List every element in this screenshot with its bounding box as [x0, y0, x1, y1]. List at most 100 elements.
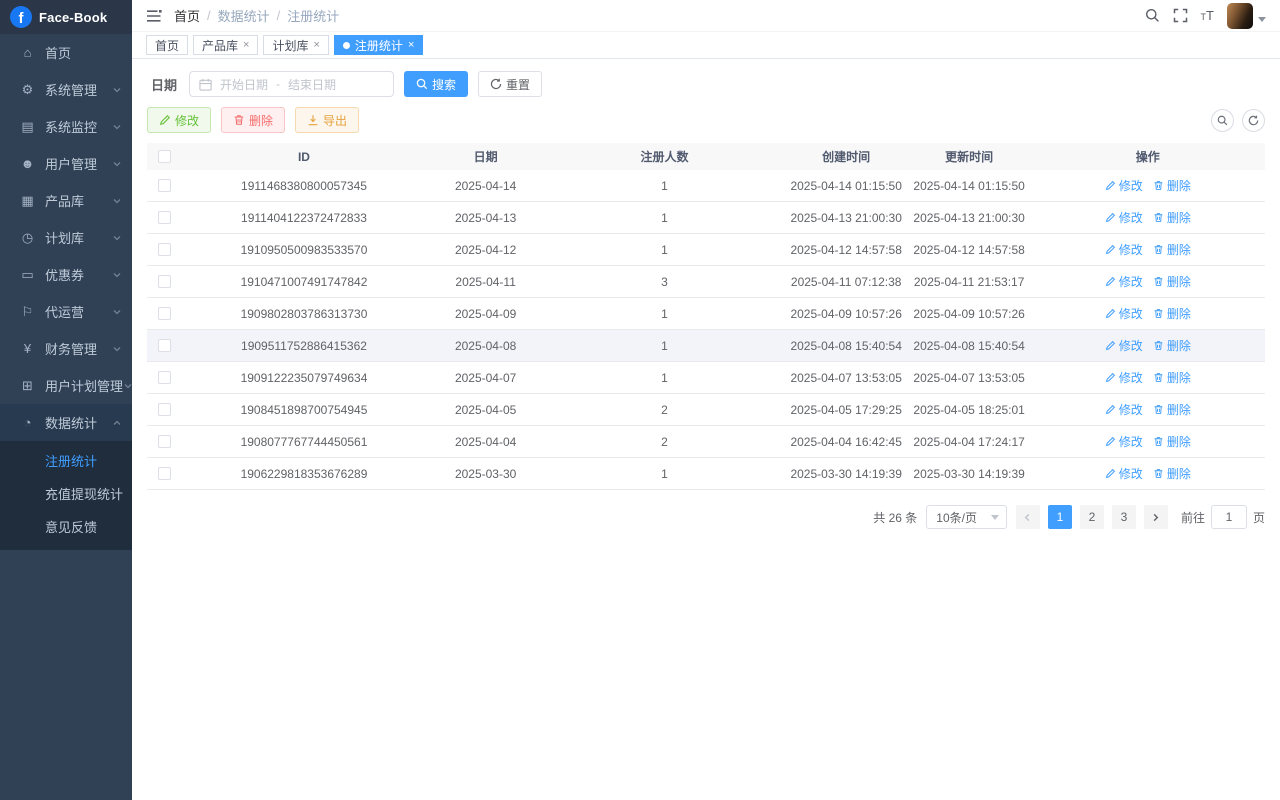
table-row: 1906229818353676289 2025-03-30 1 2025-03… [147, 458, 1265, 490]
cell-actions: 修改 删除 [1031, 465, 1265, 482]
search-button[interactable]: 搜索 [404, 71, 468, 97]
row-edit-link[interactable]: 修改 [1105, 337, 1143, 354]
row-delete-link[interactable]: 删除 [1153, 241, 1191, 258]
tag-product-lib[interactable]: 产品库 [193, 35, 258, 55]
fullscreen-icon[interactable] [1173, 8, 1188, 23]
row-checkbox[interactable] [158, 435, 171, 448]
sidebar-item-system-monitor[interactable]: 系统监控 [0, 108, 132, 145]
cell-updated-time: 2025-04-13 21:00:30 [908, 211, 1031, 225]
row-checkbox[interactable] [158, 371, 171, 384]
row-checkbox[interactable] [158, 211, 171, 224]
row-checkbox[interactable] [158, 307, 171, 320]
cell-updated-time: 2025-04-08 15:40:54 [908, 339, 1031, 353]
cell-created-time: 2025-04-14 01:15:50 [785, 179, 908, 193]
sidebar-subitem-recharge-withdraw-stats[interactable]: 充值提现统计 [0, 478, 132, 511]
navbar-actions [1145, 3, 1266, 29]
page-button-1[interactable]: 1 [1048, 505, 1072, 529]
row-edit-link[interactable]: 修改 [1105, 433, 1143, 450]
row-checkbox-cell [147, 179, 181, 192]
close-icon[interactable] [313, 40, 319, 51]
sidebar-item-finance[interactable]: 财务管理 [0, 330, 132, 367]
page-button-2[interactable]: 2 [1080, 505, 1104, 529]
row-delete-link[interactable]: 删除 [1153, 337, 1191, 354]
toggle-search-button[interactable] [1211, 109, 1234, 132]
row-edit-link[interactable]: 修改 [1105, 177, 1143, 194]
sidebar-item-data-stats[interactable]: 数据统计 [0, 404, 132, 441]
page-button-3[interactable]: 3 [1112, 505, 1136, 529]
page-size-select[interactable]: 10条/页 [926, 505, 1007, 529]
row-delete-link[interactable]: 删除 [1153, 305, 1191, 322]
tag-home[interactable]: 首页 [146, 35, 188, 55]
cell-created-time: 2025-04-11 07:12:38 [785, 275, 908, 289]
reset-button[interactable]: 重置 [478, 71, 542, 97]
register-stats-table: ID 日期 注册人数 创建时间 更新时间 操作 1911468380800057… [147, 143, 1265, 490]
sidebar-item-agent-ops[interactable]: 代运营 [0, 293, 132, 330]
logo-title: Face-Book [39, 10, 107, 25]
row-delete-link[interactable]: 删除 [1153, 401, 1191, 418]
avatar[interactable] [1227, 3, 1253, 29]
tag-register-stats[interactable]: 注册统计 [334, 35, 423, 55]
row-edit-link[interactable]: 修改 [1105, 241, 1143, 258]
trash-icon [1153, 404, 1164, 415]
jump-page-input[interactable] [1211, 505, 1247, 529]
sidebar-toggle-icon[interactable] [146, 9, 162, 23]
cell-created-time: 2025-04-12 14:57:58 [785, 243, 908, 257]
chevron-down-icon [112, 85, 122, 95]
row-checkbox-cell [147, 243, 181, 256]
sidebar-item-system-mgmt[interactable]: 系统管理 [0, 71, 132, 108]
edit-button[interactable]: 修改 [147, 107, 211, 133]
row-delete-link[interactable]: 删除 [1153, 273, 1191, 290]
close-icon[interactable] [243, 40, 249, 51]
row-checkbox[interactable] [158, 179, 171, 192]
row-edit-link[interactable]: 修改 [1105, 465, 1143, 482]
row-edit-link[interactable]: 修改 [1105, 401, 1143, 418]
row-edit-link[interactable]: 修改 [1105, 369, 1143, 386]
row-edit-link[interactable]: 修改 [1105, 305, 1143, 322]
row-checkbox[interactable] [158, 467, 171, 480]
edit-icon [1105, 180, 1116, 191]
sidebar-item-user-mgmt[interactable]: 用户管理 [0, 145, 132, 182]
row-checkbox[interactable] [158, 275, 171, 288]
cell-date: 2025-03-30 [427, 467, 544, 481]
sidebar-item-home[interactable]: 首页 [0, 34, 132, 71]
breadcrumb-separator: / [277, 8, 281, 23]
breadcrumb-home[interactable]: 首页 [174, 6, 200, 25]
user-menu[interactable] [1227, 3, 1266, 29]
export-button[interactable]: 导出 [295, 107, 359, 133]
row-checkbox[interactable] [158, 243, 171, 256]
sidebar-item-product-lib[interactable]: 产品库 [0, 182, 132, 219]
sidebar-item-user-plan-mgmt[interactable]: 用户计划管理 [0, 367, 132, 404]
next-page-button[interactable] [1144, 505, 1168, 529]
close-icon[interactable] [408, 40, 414, 51]
row-edit-link[interactable]: 修改 [1105, 209, 1143, 226]
font-size-icon[interactable] [1201, 8, 1214, 24]
date-range-picker[interactable]: 开始日期 - 结束日期 [189, 71, 394, 97]
row-delete-link[interactable]: 删除 [1153, 177, 1191, 194]
prev-page-button[interactable] [1016, 505, 1040, 529]
search-icon[interactable] [1145, 8, 1160, 23]
trash-icon [233, 114, 245, 126]
row-checkbox[interactable] [158, 339, 171, 352]
edit-icon [1105, 372, 1116, 383]
cell-actions: 修改 删除 [1031, 337, 1265, 354]
row-checkbox[interactable] [158, 403, 171, 416]
sidebar-item-coupon[interactable]: 优惠券 [0, 256, 132, 293]
trash-icon [1153, 276, 1164, 287]
sidebar-subitem-register-stats[interactable]: 注册统计 [0, 445, 132, 478]
row-delete-link[interactable]: 删除 [1153, 465, 1191, 482]
delete-button[interactable]: 删除 [221, 107, 285, 133]
sidebar-item-plan-lib[interactable]: 计划库 [0, 219, 132, 256]
row-delete-link[interactable]: 删除 [1153, 209, 1191, 226]
row-edit-link[interactable]: 修改 [1105, 273, 1143, 290]
row-delete-link[interactable]: 删除 [1153, 369, 1191, 386]
cell-updated-time: 2025-04-04 17:24:17 [908, 435, 1031, 449]
table-toolbar: 修改 删除 导出 [147, 107, 1265, 133]
refresh-button[interactable] [1242, 109, 1265, 132]
tag-plan-lib[interactable]: 计划库 [263, 35, 328, 55]
header-updated-time: 更新时间 [908, 148, 1031, 165]
sidebar-subitem-feedback[interactable]: 意见反馈 [0, 511, 132, 544]
row-delete-link[interactable]: 删除 [1153, 433, 1191, 450]
cell-register-count: 1 [544, 467, 784, 481]
breadcrumb-data-stats[interactable]: 数据统计 [218, 6, 270, 25]
select-all-checkbox[interactable] [158, 150, 171, 163]
